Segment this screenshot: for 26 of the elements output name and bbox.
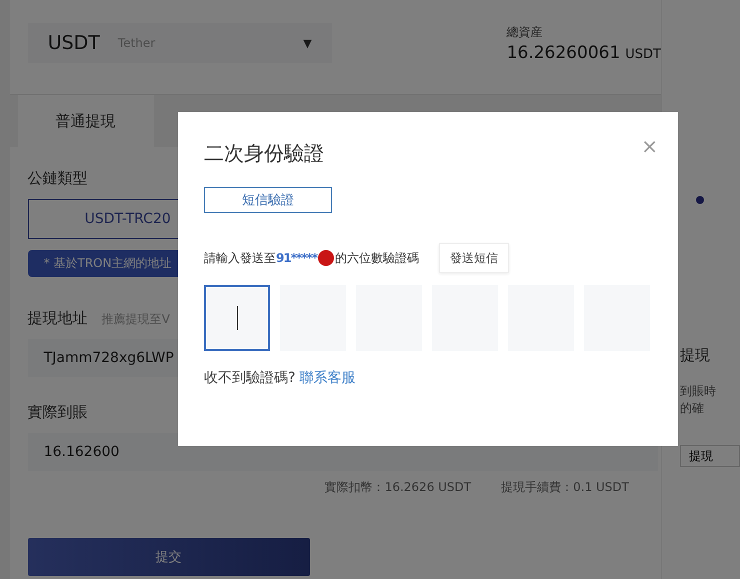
caret-icon: ▼ [303,36,312,50]
side-text: 的確 [680,400,705,417]
send-sms-button[interactable]: 發送短信 [439,243,510,273]
total-assets-unit: USDT [625,46,661,62]
side-button[interactable]: 提現 [680,445,740,467]
address-label: 提現地址 [28,309,88,328]
side-text: 到賬時 [680,383,717,400]
tab[interactable]: 普通提現 [18,95,154,147]
help-text: 收不到驗證碼? [204,369,296,387]
code-input[interactable] [204,285,270,351]
redaction-mark [318,250,334,266]
currency-code: USDT [48,32,100,54]
close-button[interactable]: × [637,136,662,156]
method-tab[interactable]: 短信驗證 [204,187,332,213]
contact-support-link[interactable]: 聯系客服 [299,369,356,387]
submit-button[interactable]: 提交 [28,538,310,576]
deducted-text: 實際扣幣：16.2626 USDT [324,479,472,496]
prompt-text: 請輸入發送至91***** [204,250,318,266]
bullet-icon [696,196,704,204]
total-assets-amount: 16.26260061 [506,42,620,62]
chain-type-label: 公鏈類型 [28,169,89,188]
fee-text: 提現手續費：0.1 USDT [501,479,629,496]
received-label: 實際到賬 [28,403,89,422]
side-heading: 提現 [680,346,711,365]
total-assets-label: 總資産 [506,24,544,40]
dialog-title: 二次身份驗證 [204,140,324,167]
